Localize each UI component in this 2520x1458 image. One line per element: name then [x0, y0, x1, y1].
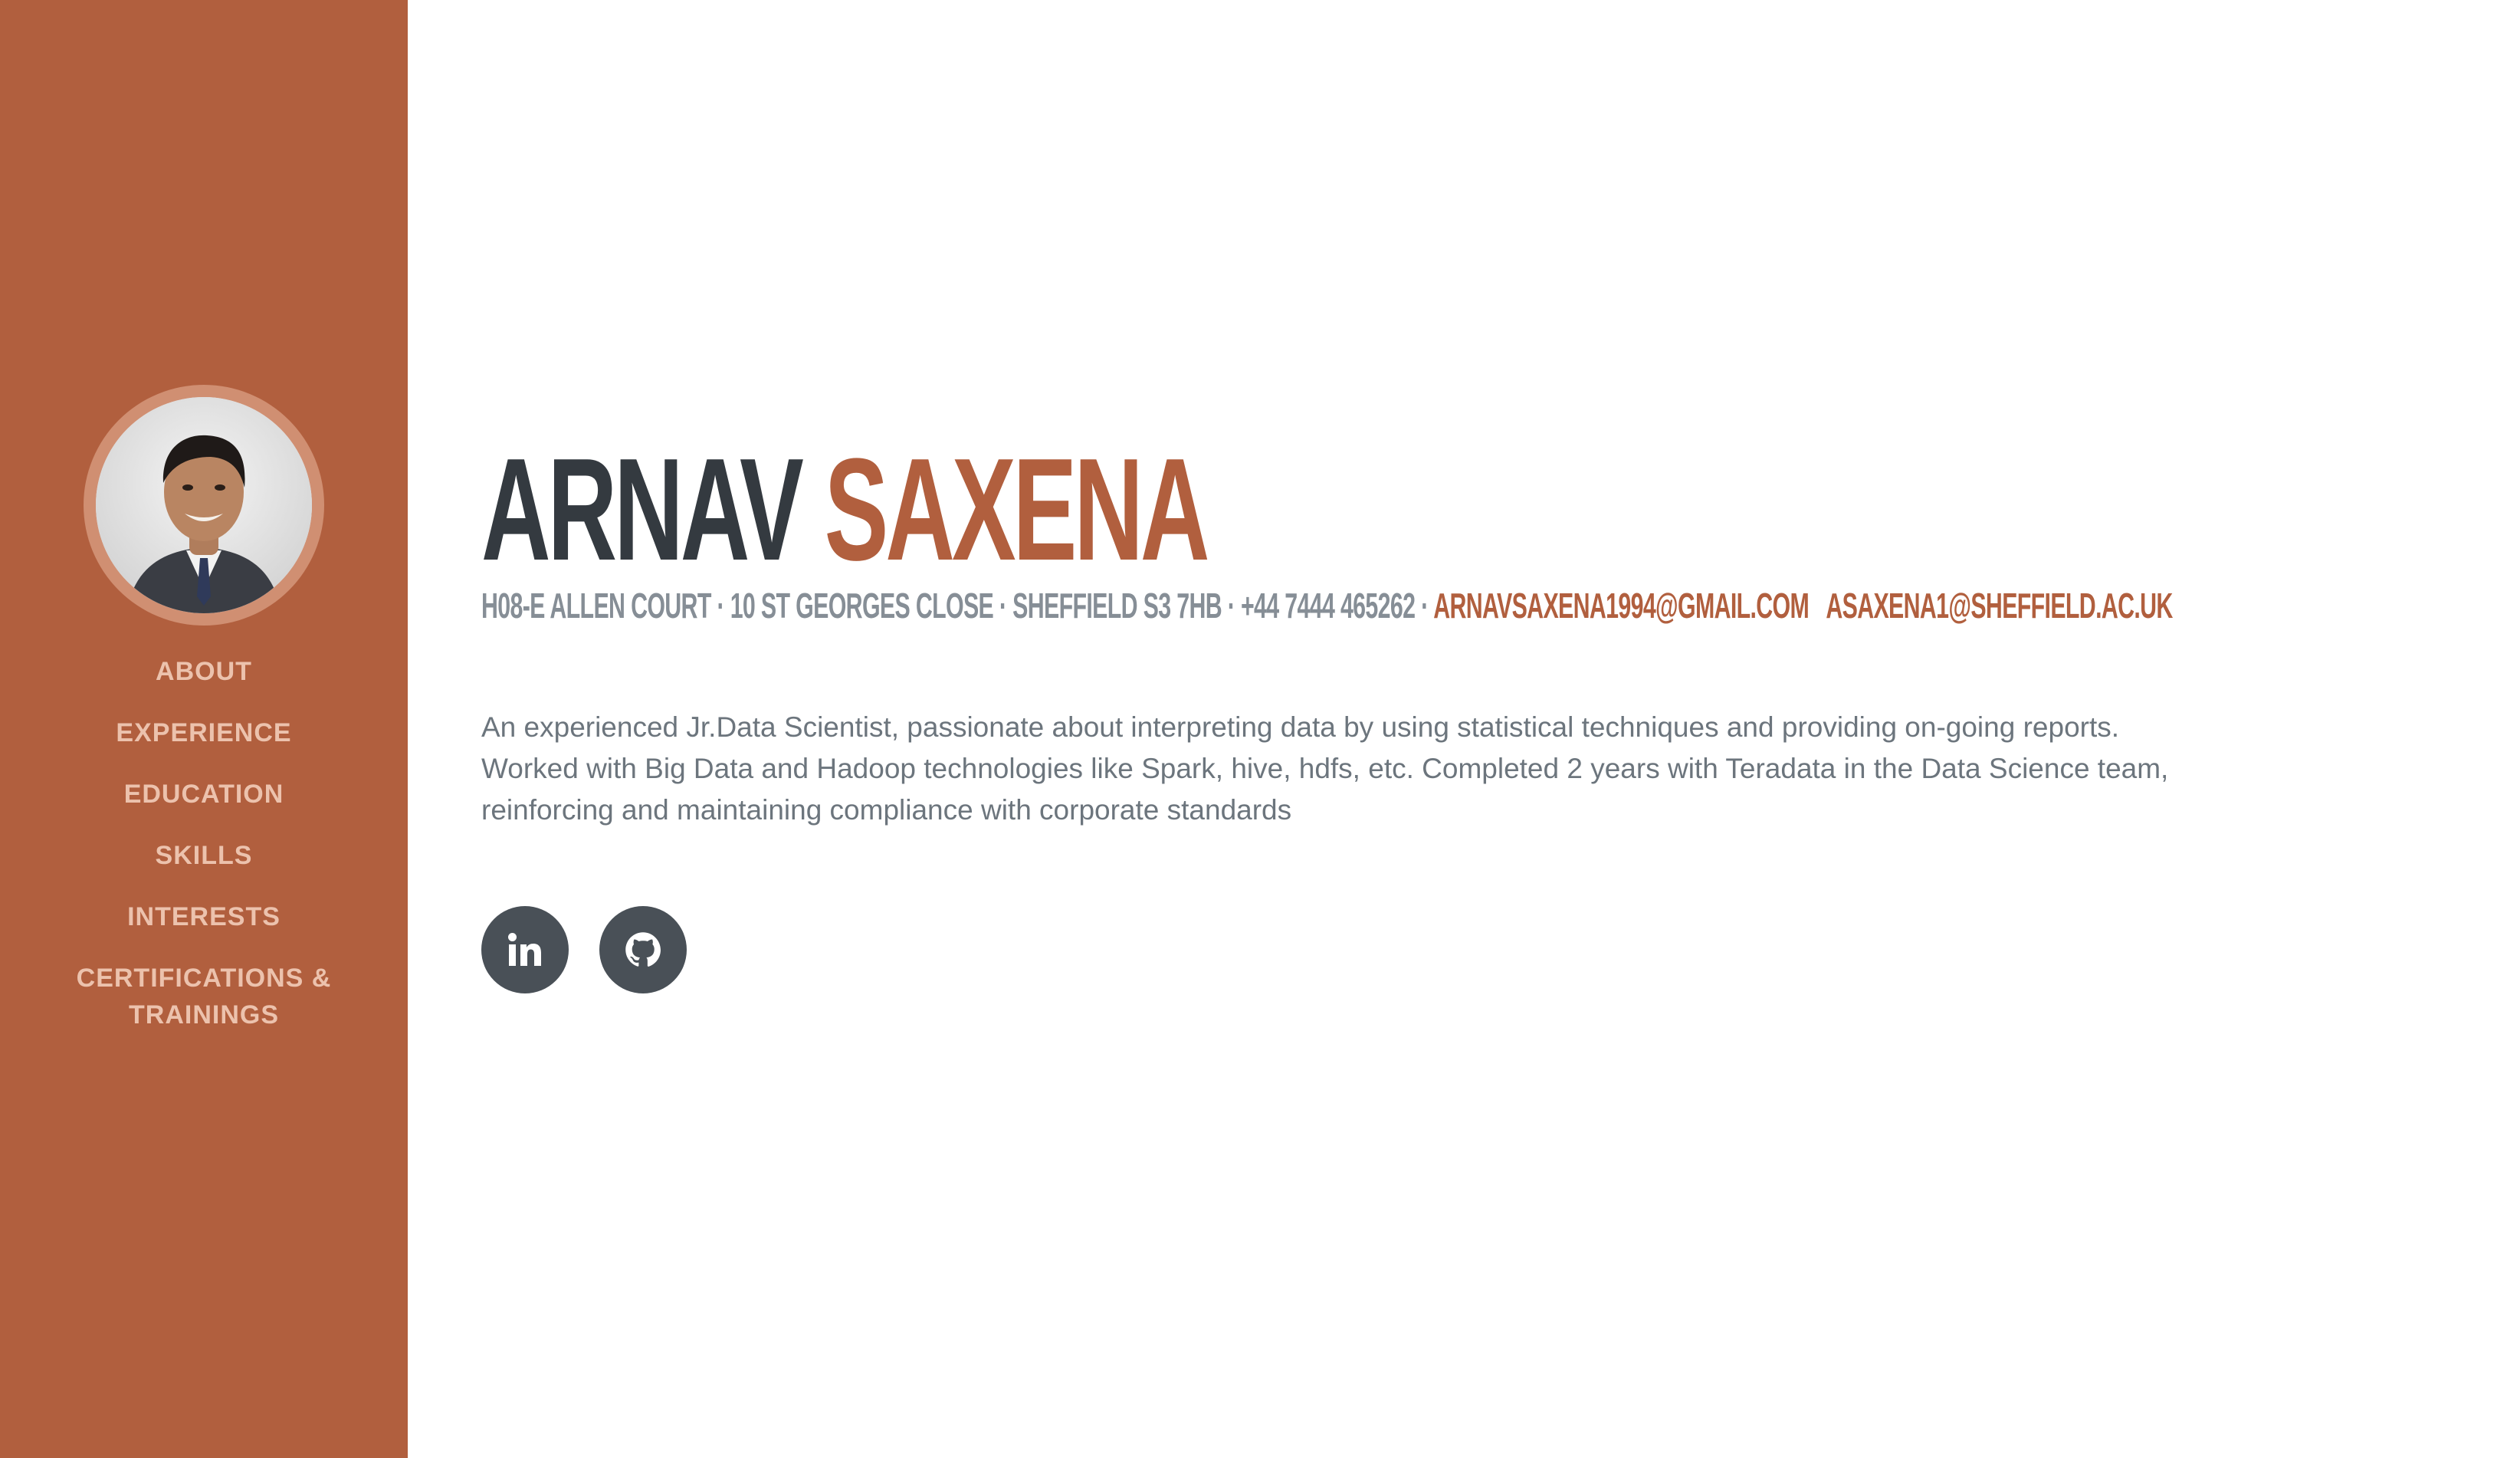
nav-item-skills[interactable]: SKILLS — [156, 837, 253, 874]
linkedin-icon — [508, 933, 541, 966]
page-title: ARNAV SAXENA — [481, 437, 1209, 583]
address: H08-E ALLEN COURT · 10 ST GEORGES CLOSE … — [481, 586, 1235, 626]
profile-photo — [96, 397, 312, 613]
email-primary-link[interactable]: ARNAVSAXENA1994@GMAIL.COM — [1433, 586, 1810, 626]
github-button[interactable] — [599, 906, 687, 993]
nav-item-about[interactable]: ABOUT — [156, 653, 252, 690]
github-icon — [625, 932, 661, 967]
sidebar: ABOUT EXPERIENCE EDUCATION SKILLS INTERE… — [0, 0, 408, 1458]
first-name: ARNAV — [481, 429, 804, 591]
avatar — [96, 397, 312, 613]
nav-item-certifications[interactable]: CERTIFICATIONS & TRAININGS — [51, 960, 357, 1033]
linkedin-button[interactable] — [481, 906, 569, 993]
phone: +44 7444 465262 · — [1240, 586, 1429, 626]
last-name: SAXENA — [824, 429, 1210, 591]
nav-item-education[interactable]: EDUCATION — [124, 776, 284, 813]
sidebar-nav: ABOUT EXPERIENCE EDUCATION SKILLS INTERE… — [51, 653, 357, 1058]
avatar-ring — [84, 385, 324, 626]
about-text: An experienced Jr.Data Scientist, passio… — [481, 711, 2169, 826]
nav-item-experience[interactable]: EXPERIENCE — [116, 714, 291, 751]
contact-line: H08-E ALLEN COURT · 10 ST GEORGES CLOSE … — [481, 584, 2173, 627]
email-secondary-link[interactable]: ASAXENA1@SHEFFIELD.AC.UK — [1826, 586, 2173, 626]
nav-item-interests[interactable]: INTERESTS — [127, 898, 281, 935]
social-icons — [481, 906, 687, 993]
